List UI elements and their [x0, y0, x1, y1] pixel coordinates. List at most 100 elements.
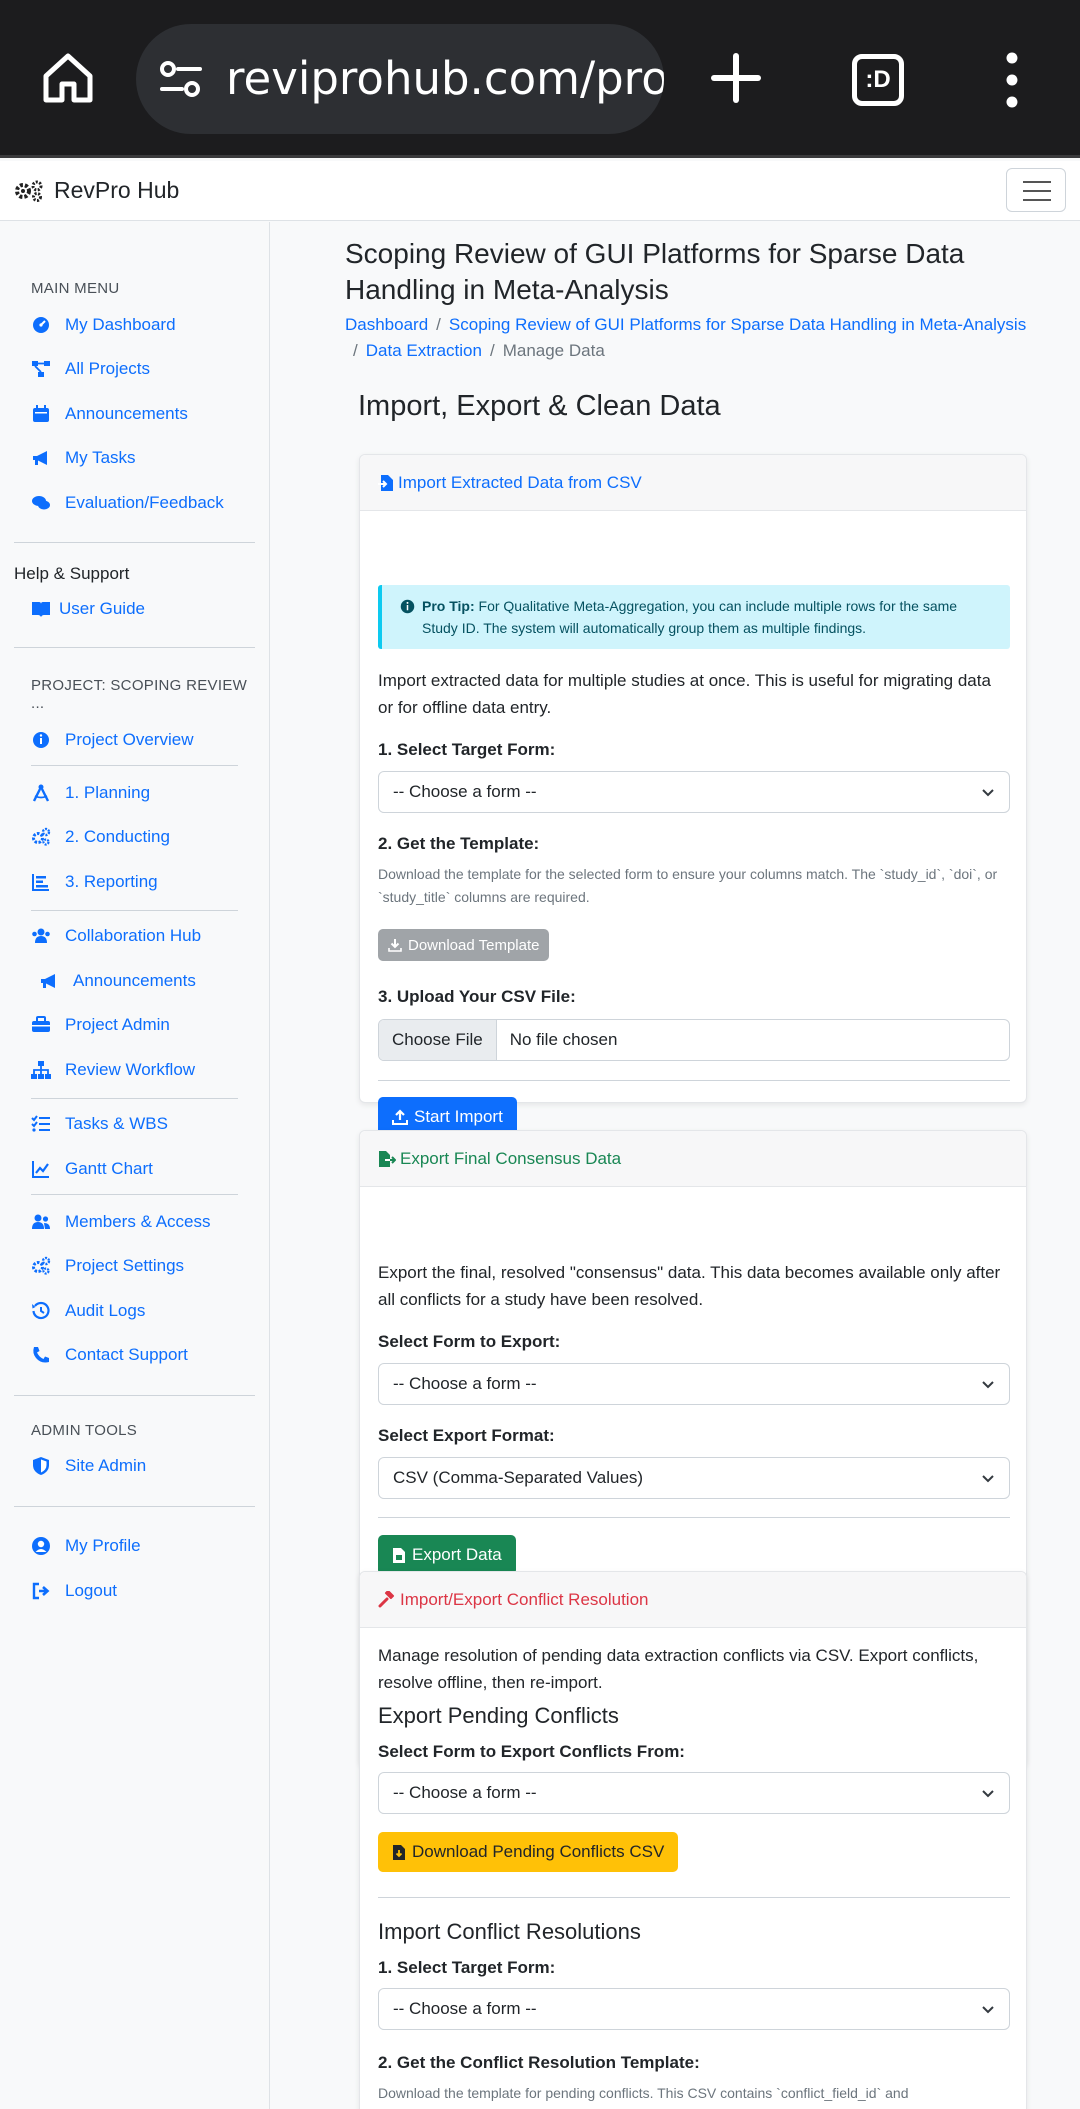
sidebar-divider: [31, 1098, 238, 1099]
import-resolutions-form-select[interactable]: -- Choose a form --: [378, 1988, 1010, 2030]
sidebar-item-site-admin[interactable]: Site Admin: [31, 1456, 146, 1476]
divider: [378, 1080, 1010, 1081]
sidebar-item-gantt-chart[interactable]: Gantt Chart: [31, 1159, 153, 1179]
export-form-select[interactable]: -- Choose a form --: [378, 1363, 1010, 1405]
info-circle-icon: [33, 732, 49, 748]
user-group-icon: [32, 1214, 50, 1229]
history-icon: [32, 1301, 50, 1320]
drafting-compass-icon: [32, 784, 50, 802]
sidebar-item-members-access[interactable]: Members & Access: [31, 1212, 211, 1232]
sidebar-item-project-announcements[interactable]: Announcements: [39, 971, 196, 991]
bullhorn-icon: [33, 451, 47, 465]
sidebar-item-all-projects[interactable]: All Projects: [31, 359, 150, 379]
chart-line-icon: [32, 1161, 49, 1178]
shield-icon: [33, 1457, 49, 1475]
export-conflicts-form-select[interactable]: -- Choose a form --: [378, 1772, 1010, 1814]
export-data-label: Export Data: [412, 1545, 502, 1564]
export-format-select[interactable]: CSV (Comma-Separated Values): [378, 1457, 1010, 1499]
sidebar-item-planning[interactable]: 1. Planning: [31, 783, 150, 803]
sidebar-item-label: Collaboration Hub: [65, 926, 202, 945]
user-circle-icon: [32, 1537, 50, 1555]
target-form-select[interactable]: -- Choose a form --: [378, 771, 1010, 813]
csv-file-input[interactable]: Choose File No file chosen: [378, 1019, 1010, 1061]
cogs-icon: [32, 1256, 51, 1275]
sidebar: MAIN MENU My Dashboard All Projects Anno…: [0, 222, 270, 2109]
export-format-value: CSV (Comma-Separated Values): [393, 1468, 644, 1487]
sidebar-item-project-settings[interactable]: Project Settings: [31, 1256, 184, 1276]
sidebar-item-label: Announcements: [73, 971, 196, 990]
project-heading: PROJECT: SCOPING REVIEW: [31, 677, 248, 694]
site-settings-icon[interactable]: [158, 59, 204, 99]
sitemap-icon: [31, 1061, 51, 1079]
step2-label: 2. Get the Template:: [378, 834, 540, 853]
upload-icon: [392, 1109, 408, 1125]
sidebar-item-user-guide[interactable]: User Guide: [31, 599, 145, 619]
sidebar-item-contact-support[interactable]: Contact Support: [31, 1345, 188, 1365]
sidebar-item-label: Project Admin: [65, 1015, 170, 1034]
sidebar-item-reporting[interactable]: 3. Reporting: [31, 872, 158, 892]
download-conflicts-button[interactable]: Download Pending Conflicts CSV: [378, 1832, 679, 1872]
browser-toolbar: reviprohub.com/proje :D: [0, 0, 1080, 158]
url-bar[interactable]: reviprohub.com/proje: [136, 24, 664, 134]
export-format-label: Select Export Format:: [378, 1426, 555, 1445]
pro-tip-text: For Qualitative Meta-Aggregation, you ca…: [422, 598, 958, 636]
sidebar-item-label: Project Overview: [65, 730, 194, 749]
export-intro: Export the final, resolved "consensus" d…: [378, 1263, 1001, 1309]
help-heading: Help & Support: [14, 564, 130, 583]
sidebar-item-conducting[interactable]: 2. Conducting: [31, 827, 170, 847]
sidebar-divider: [14, 647, 255, 648]
export-form-value: -- Choose a form --: [393, 1374, 537, 1393]
sidebar-item-my-profile[interactable]: My Profile: [31, 1536, 141, 1556]
tasks-icon: [31, 1115, 50, 1132]
conflict-intro: Manage resolution of pending data extrac…: [378, 1646, 979, 1692]
breadcrumb-dashboard[interactable]: Dashboard: [345, 315, 428, 334]
tab-switcher-button[interactable]: :D: [852, 54, 904, 106]
file-download-icon: [393, 1844, 405, 1860]
sidebar-item-dashboard[interactable]: My Dashboard: [31, 315, 176, 335]
sidebar-item-review-workflow[interactable]: Review Workflow: [31, 1060, 195, 1080]
import-resolutions-step2-label: 2. Get the Conflict Resolution Template:: [378, 2053, 700, 2072]
sidebar-item-announcements[interactable]: Announcements: [31, 404, 188, 424]
sidebar-item-evaluation[interactable]: Evaluation/Feedback: [31, 493, 224, 513]
download-icon: [388, 939, 402, 952]
download-template-button[interactable]: Download Template: [378, 929, 550, 961]
sidebar-item-label: Contact Support: [65, 1345, 188, 1364]
sidebar-item-label: User Guide: [59, 599, 145, 618]
sidebar-item-audit-logs[interactable]: Audit Logs: [31, 1301, 145, 1321]
project-diagram-icon: [32, 361, 50, 377]
breadcrumb-project[interactable]: Scoping Review of GUI Platforms for Spar…: [449, 315, 1026, 334]
sidebar-item-label: Members & Access: [65, 1212, 211, 1231]
sidebar-item-logout[interactable]: Logout: [31, 1581, 117, 1601]
menu-toggle-button[interactable]: [1006, 168, 1066, 212]
toolbox-icon: [32, 1016, 50, 1032]
chevron-down-icon: [982, 2006, 994, 2014]
home-icon[interactable]: [40, 50, 96, 106]
sidebar-item-tasks-wbs[interactable]: Tasks & WBS: [31, 1114, 168, 1134]
file-status: No file chosen: [509, 1030, 618, 1049]
sidebar-item-label: 1. Planning: [65, 783, 151, 802]
sidebar-divider: [14, 1506, 255, 1507]
step3-label: 3. Upload Your CSV File:: [378, 987, 576, 1006]
sidebar-item-label: My Tasks: [65, 448, 136, 467]
sidebar-item-label: My Profile: [65, 1536, 141, 1555]
sidebar-item-label: Gantt Chart: [65, 1159, 153, 1178]
url-text: reviprohub.com/proje: [226, 52, 664, 105]
new-tab-icon[interactable]: [710, 52, 762, 104]
calendar-icon: [33, 405, 49, 422]
brand-link[interactable]: RevPro Hub: [14, 177, 179, 204]
sidebar-item-project-admin[interactable]: Project Admin: [31, 1015, 170, 1035]
sidebar-item-label: Tasks & WBS: [65, 1114, 168, 1133]
import-card-title: Import Extracted Data from CSV: [398, 472, 642, 492]
import-resolutions-heading: Import Conflict Resolutions: [378, 1919, 641, 1944]
more-menu-icon[interactable]: [1000, 52, 1024, 108]
choose-file-button[interactable]: Choose File: [379, 1020, 497, 1060]
sidebar-item-collaboration-hub[interactable]: Collaboration Hub: [31, 926, 201, 946]
export-data-button[interactable]: Export Data: [378, 1535, 516, 1575]
template-help-text: Download the template for the selected f…: [378, 866, 998, 905]
sidebar-item-label: Audit Logs: [65, 1301, 146, 1320]
breadcrumb-data-extraction[interactable]: Data Extraction: [366, 341, 482, 360]
section-title: Import, Export & Clean Data: [358, 390, 721, 422]
chart-bar-icon: [32, 874, 49, 891]
sidebar-item-my-tasks[interactable]: My Tasks: [31, 448, 136, 468]
sidebar-item-project-overview[interactable]: Project Overview: [31, 730, 193, 750]
